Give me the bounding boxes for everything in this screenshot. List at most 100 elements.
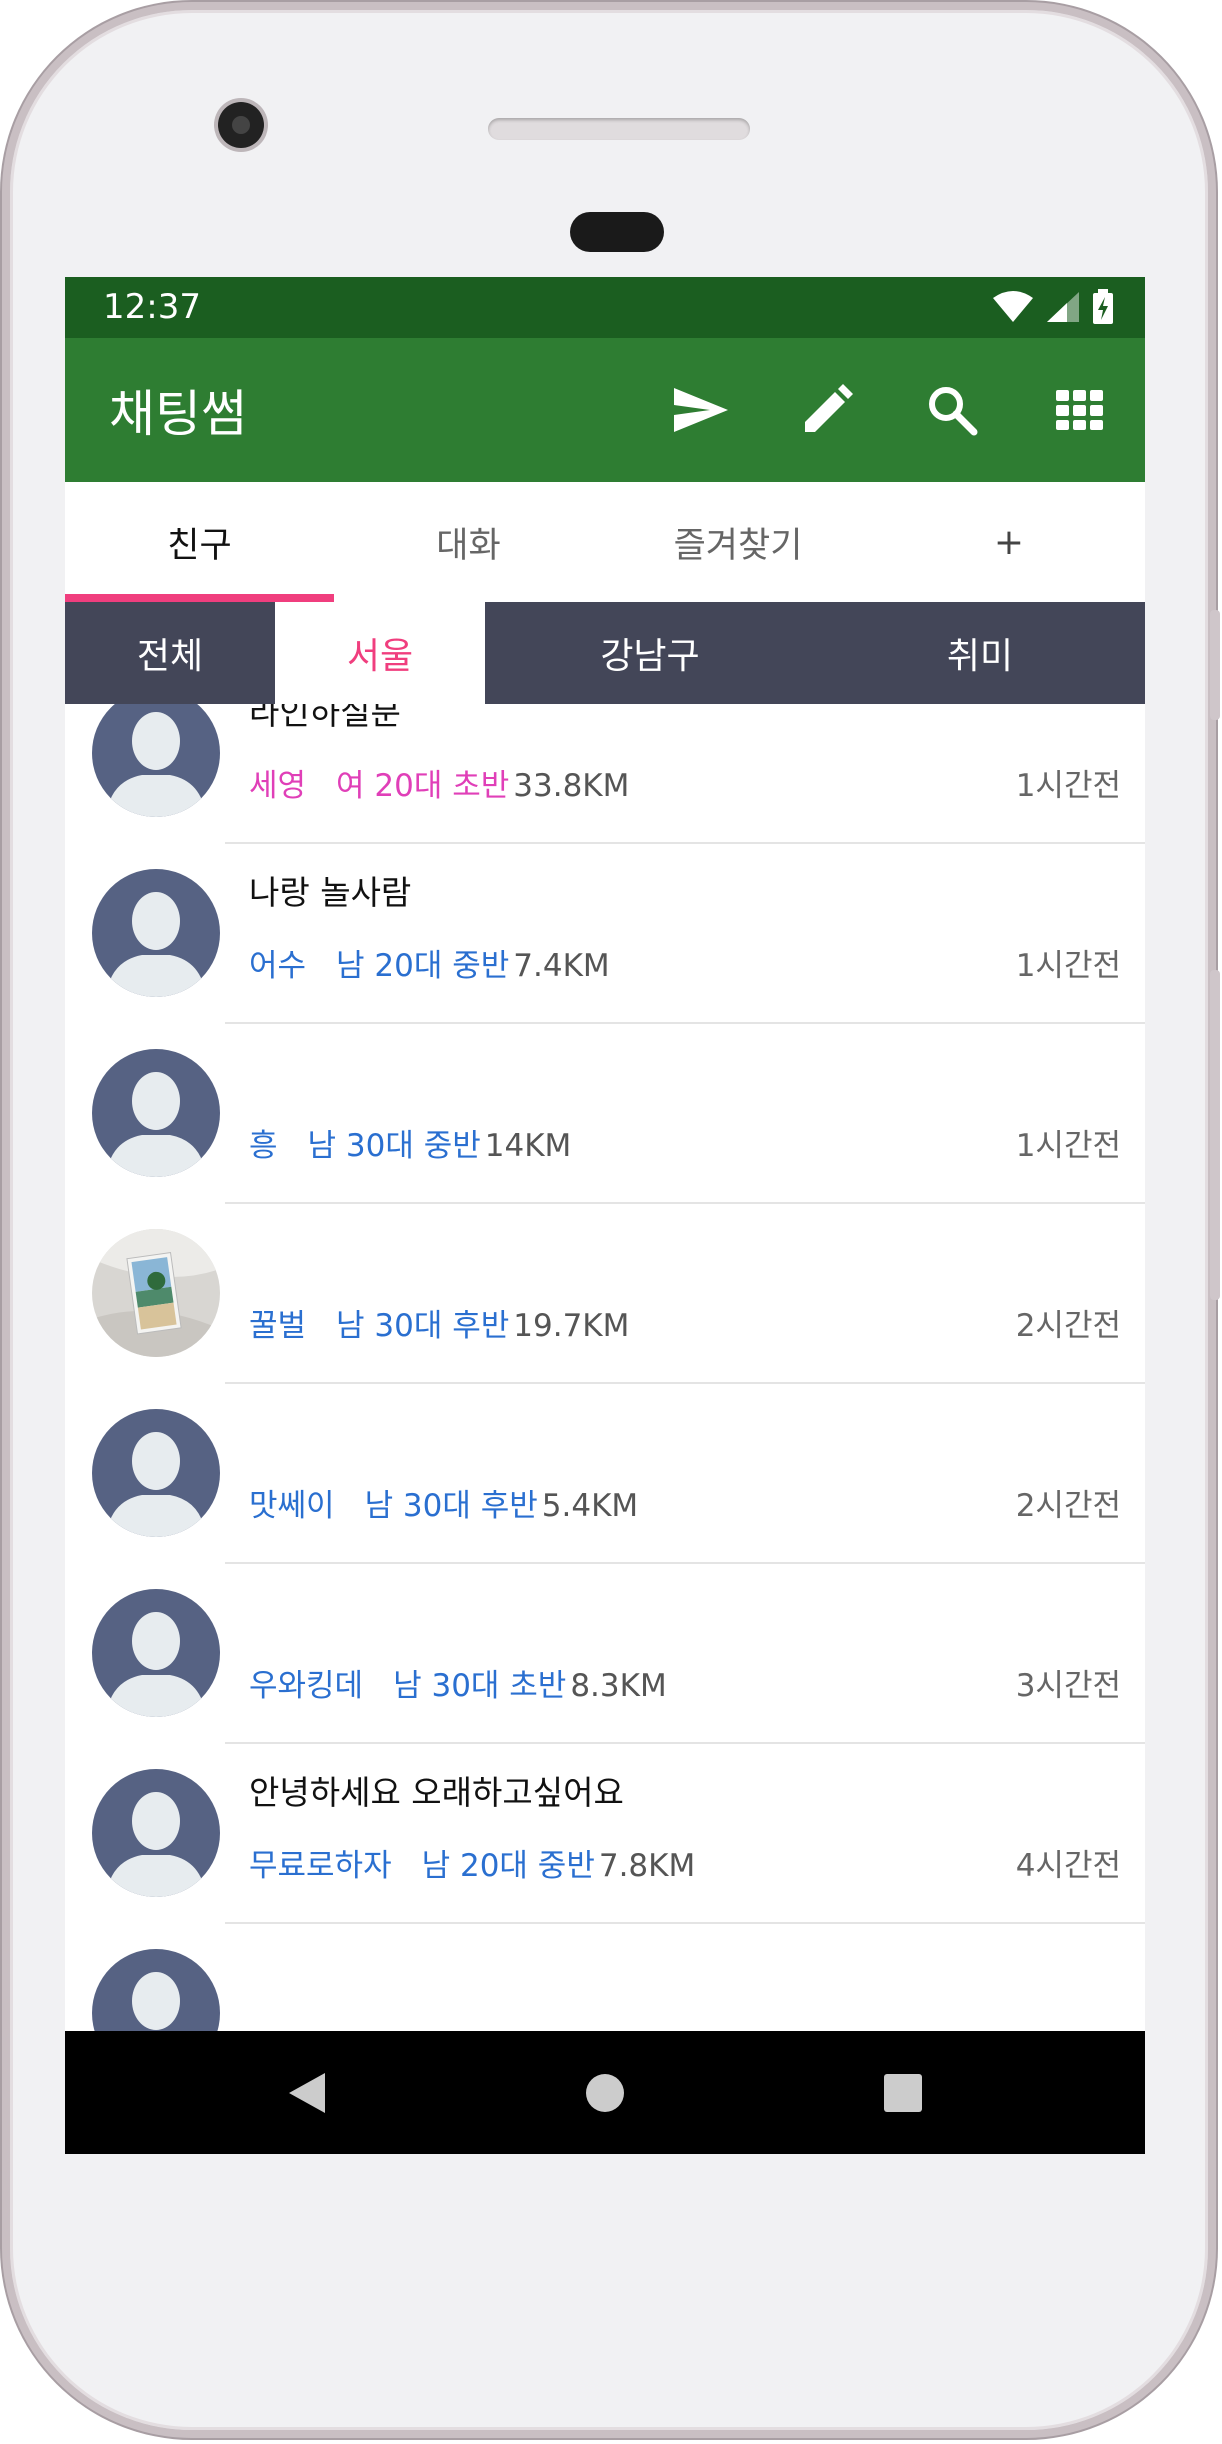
default-avatar-icon — [92, 869, 220, 997]
user-meta: 우와킹데 남 30대 초반 8.3KM — [249, 1660, 667, 1705]
signal-icon — [1047, 292, 1079, 322]
recents-icon — [884, 2074, 922, 2112]
default-avatar-icon — [92, 1949, 220, 2040]
user-nickname: 무료로하자 — [249, 1848, 392, 1884]
user-distance: 33.8KM — [513, 768, 630, 804]
app-title: 채팅썸 — [109, 385, 247, 443]
list-item[interactable]: 맛쎄이 남 30대 후반 5.4KM 2시간전 — [65, 1384, 1145, 1564]
user-meta: 세영 여 20대 초반 33.8KM — [249, 760, 629, 805]
user-distance: 19.7KM — [513, 1308, 630, 1344]
edit-button[interactable] — [795, 378, 859, 442]
default-avatar-icon — [92, 1049, 220, 1177]
list-item[interactable]: 안녕하세요 오래하고싶어요 무료로하자 남 20대 중반 7.8KM 4시간전 — [65, 1744, 1145, 1924]
user-status-message: 라인하실분 — [249, 704, 401, 732]
user-distance: 7.4KM — [513, 948, 610, 984]
user-meta: 맛쎄이 남 30대 후반 5.4KM — [249, 1480, 638, 1525]
avatar — [92, 1589, 220, 1717]
search-button[interactable] — [920, 378, 984, 442]
grid-menu-button[interactable] — [1048, 378, 1112, 442]
user-distance: 5.4KM — [541, 1488, 639, 1524]
nav-home-button[interactable] — [573, 2061, 637, 2125]
tab-chats[interactable]: 대화 — [334, 482, 603, 602]
region-tab-hobby[interactable]: 취미 — [815, 602, 1145, 704]
region-tab-bar: 전체 서울 강남구 취미 — [65, 602, 1145, 704]
list-item[interactable] — [65, 1924, 1145, 2040]
user-gender-age: 남 30대 중반 — [307, 1128, 481, 1164]
send-icon — [674, 388, 728, 432]
back-icon — [289, 2073, 325, 2113]
region-tab-gangnam[interactable]: 강남구 — [485, 602, 815, 704]
last-active-time: 1시간전 — [1015, 1128, 1121, 1164]
user-gender-age: 여 20대 초반 — [336, 768, 510, 804]
last-active-time: 3시간전 — [1015, 1668, 1121, 1704]
main-tab-bar: 친구 대화 즐겨찾기 + — [65, 482, 1145, 603]
list-item[interactable]: 라인하실분 세영 여 20대 초반 33.8KM 1시간전 — [65, 704, 1145, 844]
user-distance: 7.8KM — [598, 1848, 696, 1884]
user-gender-age: 남 30대 후반 — [364, 1488, 538, 1524]
user-nickname: 맛쎄이 — [249, 1488, 335, 1524]
status-time: 12:37 — [103, 287, 201, 327]
proximity-sensor — [570, 212, 664, 252]
last-active-time: 2시간전 — [1015, 1308, 1121, 1344]
send-button[interactable] — [669, 378, 733, 442]
avatar — [92, 1409, 220, 1537]
last-active-time: 4시간전 — [1015, 1848, 1121, 1884]
avatar — [92, 1769, 220, 1897]
user-status-message: 나랑 놀사람 — [249, 873, 412, 912]
search-icon — [929, 387, 978, 436]
power-button — [1210, 610, 1220, 720]
user-nickname: 우와킹데 — [249, 1668, 364, 1704]
photo-avatar-icon — [92, 1229, 220, 1357]
status-icons — [991, 289, 1115, 325]
default-avatar-icon — [92, 704, 220, 817]
list-item[interactable]: 우와킹데 남 30대 초반 8.3KM 3시간전 — [65, 1564, 1145, 1744]
edit-icon — [805, 384, 853, 432]
region-tab-all[interactable]: 전체 — [65, 602, 275, 704]
app-bar: 채팅썸 — [65, 338, 1145, 482]
last-active-time: 2시간전 — [1015, 1488, 1121, 1524]
avatar — [92, 704, 220, 817]
avatar — [92, 1049, 220, 1177]
tab-favorites[interactable]: 즐겨찾기 — [603, 482, 873, 602]
region-tab-seoul[interactable]: 서울 — [275, 602, 485, 704]
default-avatar-icon — [92, 1589, 220, 1717]
user-meta: 어수 남 20대 중반 7.4KM — [249, 940, 610, 985]
front-camera — [218, 102, 264, 148]
volume-button — [1210, 970, 1220, 1300]
user-gender-age: 남 30대 초반 — [393, 1668, 567, 1704]
default-avatar-icon — [92, 1769, 220, 1897]
user-nickname: 세영 — [249, 768, 307, 804]
user-distance: 14KM — [484, 1128, 572, 1164]
tab-friends[interactable]: 친구 — [65, 482, 334, 602]
system-nav-bar — [65, 2031, 1145, 2154]
list-item[interactable]: 흥 남 30대 중반 14KM 1시간전 — [65, 1024, 1145, 1204]
list-item[interactable]: 나랑 놀사람 어수 남 20대 중반 7.4KM 1시간전 — [65, 844, 1145, 1024]
user-nickname: 흥 — [249, 1128, 278, 1164]
user-nickname: 어수 — [249, 948, 307, 984]
home-icon — [586, 2074, 624, 2112]
last-active-time: 1시간전 — [1015, 948, 1121, 984]
user-meta: 흥 남 30대 중반 14KM — [249, 1120, 571, 1165]
screen: 12:37 채팅썸 친구 대화 즐겨찾기 + 전체 서울 강남구 취미 라인하실… — [65, 277, 1145, 2154]
avatar — [92, 869, 220, 997]
user-meta: 꿀벌 남 30대 후반 19.7KM — [249, 1300, 629, 1345]
user-gender-age: 남 20대 중반 — [336, 948, 510, 984]
default-avatar-icon — [92, 1409, 220, 1537]
user-distance: 8.3KM — [570, 1668, 667, 1704]
nav-back-button[interactable] — [275, 2061, 339, 2125]
grid-icon — [1056, 390, 1103, 430]
earpiece-speaker — [488, 118, 750, 140]
avatar — [92, 1229, 220, 1357]
user-list: 라인하실분 세영 여 20대 초반 33.8KM 1시간전 나랑 놀사람 어수 남 2… — [65, 704, 1145, 2040]
user-status-message: 안녕하세요 오래하고싶어요 — [249, 1773, 624, 1812]
wifi-icon — [993, 291, 1033, 322]
avatar — [92, 1949, 220, 2040]
status-bar: 12:37 — [65, 277, 1145, 338]
user-meta: 무료로하자 남 20대 중반 7.8KM — [249, 1840, 695, 1885]
user-gender-age: 남 20대 중반 — [421, 1848, 595, 1884]
battery-icon — [1093, 289, 1113, 324]
list-item[interactable]: 꿀벌 남 30대 후반 19.7KM 2시간전 — [65, 1204, 1145, 1384]
last-active-time: 1시간전 — [1015, 768, 1121, 804]
nav-recents-button[interactable] — [871, 2061, 935, 2125]
tab-add[interactable]: + — [873, 482, 1145, 602]
